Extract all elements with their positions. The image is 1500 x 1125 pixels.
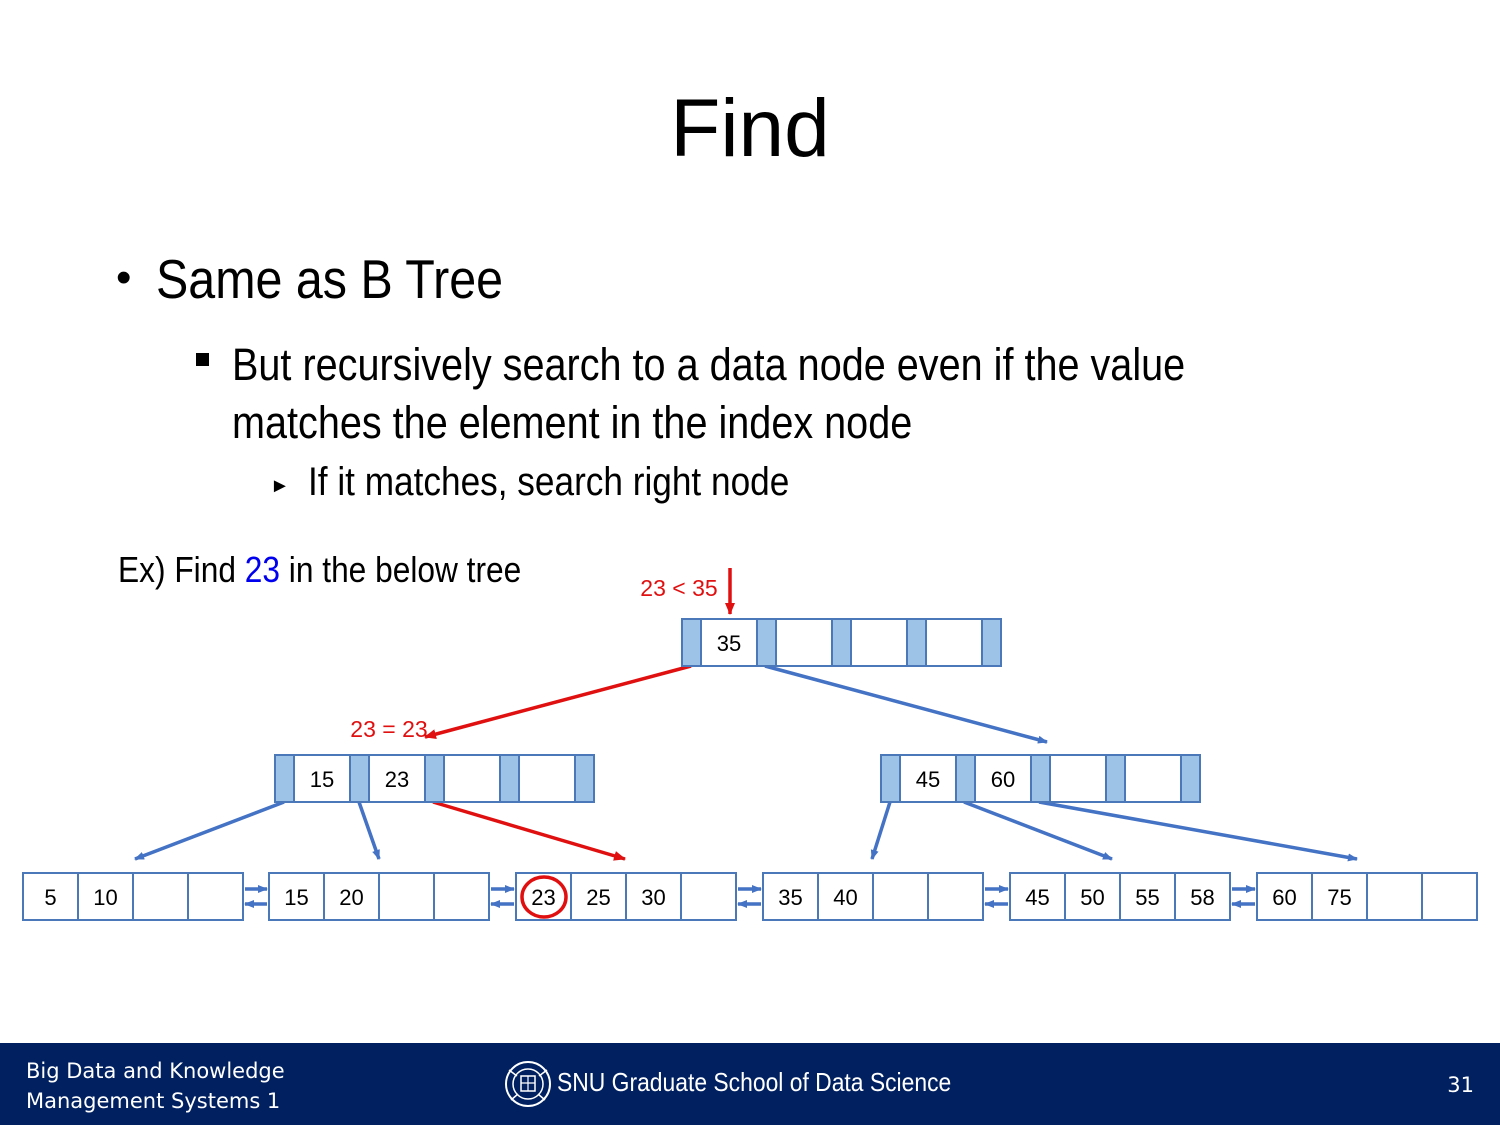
- tree-nodes: 3515 23 45 605 10 15 20 23 25 30 35 40 45 50 55 58 60 75: [22, 618, 1478, 921]
- root-to-index-right-edge: [764, 664, 1048, 744]
- leaf-cell: [187, 872, 244, 921]
- leaf-value: 60: [1272, 885, 1296, 910]
- bplus-tree-diagram: 3515 23 45 605 10 15 20 23 25 30 35 40 45 50 55 58 60 75 …: [22, 568, 1478, 921]
- footer-bar: Big Data and Knowledge Management System…: [0, 1043, 1500, 1125]
- course-line-1: Big Data and Knowledge: [26, 1059, 285, 1083]
- root-node-pointer-0: [681, 618, 702, 667]
- leaf-value: 40: [833, 885, 857, 910]
- leaf-value: 5: [44, 885, 56, 910]
- index-node-right-pointer-3: [1105, 754, 1126, 803]
- index-node-right-pointer-2: [1030, 754, 1051, 803]
- index-node-right-key-cell-2: [1049, 754, 1107, 803]
- leaf-value: 30: [641, 885, 665, 910]
- index-node-left-key-cell-2: [443, 754, 501, 803]
- leaf-value: 58: [1190, 885, 1214, 910]
- search-path-index-to-leaf-edge: [432, 800, 626, 861]
- index-node-left-pointer-3: [499, 754, 520, 803]
- index-node-right-key-0: 45: [916, 767, 940, 792]
- index-right-to-leaf-4-edge: [870, 801, 892, 860]
- leaf-node-3: 23 25 30: [515, 872, 737, 921]
- index-node-left-pointer-4: [574, 754, 595, 803]
- index-node-right-pointer-1: [955, 754, 976, 803]
- leaf-value: 45: [1025, 885, 1049, 910]
- leaf-cell: [433, 872, 490, 921]
- root-node-key-0: 35: [717, 631, 741, 656]
- index-node-left: 15 23: [274, 754, 595, 803]
- index-node-left-key-cell-3: [518, 754, 576, 803]
- leaf-cell: [1421, 872, 1478, 921]
- leaf-value: 10: [93, 885, 117, 910]
- root-node-pointer-4: [981, 618, 1002, 667]
- root-node-key-cell-1: [775, 618, 833, 667]
- leaf-cell: [872, 872, 929, 921]
- root-node-pointer-2: [831, 618, 852, 667]
- leaf-node-2: 15 20: [268, 872, 490, 921]
- page-number: 31: [1447, 1073, 1474, 1097]
- leaf-cell: [1366, 872, 1423, 921]
- tree-annotations: 23 < 35 23 = 23: [350, 575, 717, 742]
- index-compare-label: 23 = 23: [350, 716, 427, 742]
- leaf-value: 55: [1135, 885, 1159, 910]
- leaf-value: 35: [778, 885, 802, 910]
- index-node-left-pointer-0: [274, 754, 295, 803]
- course-line-2: Management Systems 1: [26, 1089, 281, 1113]
- index-node-right-pointer-0: [880, 754, 901, 803]
- leaf-node-4: 35 40: [762, 872, 984, 921]
- index-left-to-leaf-2-edge: [357, 801, 381, 860]
- leaf-value: 50: [1080, 885, 1104, 910]
- leaf-node-6: 60 75: [1256, 872, 1478, 921]
- index-node-right-key-cell-3: [1124, 754, 1182, 803]
- root-node-key-cell-3: [925, 618, 983, 667]
- search-path-root-to-index-edge: [424, 664, 692, 739]
- leaf-value: 23: [531, 885, 555, 910]
- index-node-left-key-0: 15: [310, 767, 334, 792]
- leaf-value: 75: [1327, 885, 1351, 910]
- index-node-left-key-1: 23: [385, 767, 409, 792]
- leaf-value: 20: [339, 885, 363, 910]
- leaf-value: 25: [586, 885, 610, 910]
- leaf-cell: [680, 872, 737, 921]
- root-node-pointer-3: [906, 618, 927, 667]
- leaf-cell: [132, 872, 189, 921]
- index-left-to-leaf-1-edge: [134, 800, 285, 861]
- leaf-cell: [927, 872, 984, 921]
- root-node-key-cell-2: [850, 618, 908, 667]
- index-node-left-pointer-2: [424, 754, 445, 803]
- leaf-value: 15: [284, 885, 308, 910]
- index-node-right: 45 60: [880, 754, 1201, 803]
- school-name: SNU Graduate School of Data Science: [557, 1067, 952, 1097]
- course-name: Big Data and Knowledge Management System…: [26, 1056, 346, 1116]
- root-compare-label: 23 < 35: [640, 575, 717, 601]
- leaf-node-5: 45 50 55 58: [1009, 872, 1231, 921]
- root-node: 35: [681, 618, 1002, 667]
- index-node-left-pointer-1: [349, 754, 370, 803]
- leaf-node-1: 5 10: [22, 872, 244, 921]
- leaf-cell: [378, 872, 435, 921]
- root-node-pointer-1: [756, 618, 777, 667]
- index-node-right-key-1: 60: [991, 767, 1015, 792]
- index-node-right-pointer-4: [1180, 754, 1201, 803]
- snu-emblem-icon: [505, 1061, 551, 1107]
